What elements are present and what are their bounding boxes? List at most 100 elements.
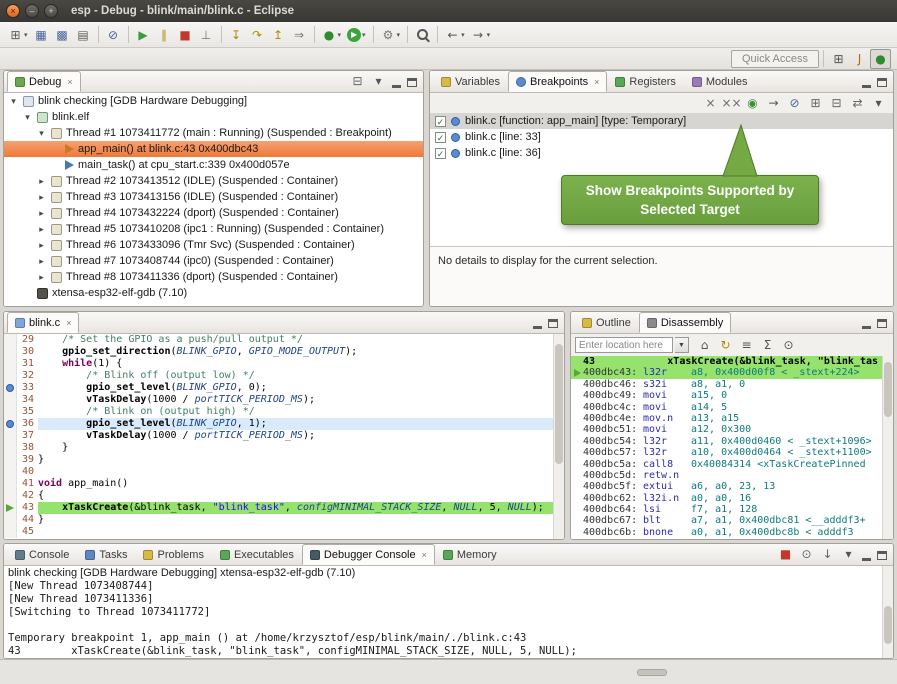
close-tab-icon[interactable]: × (67, 77, 72, 87)
maximize-view-button[interactable] (404, 72, 420, 92)
debug-tree-item[interactable]: xtensa-esp32-elf-gdb (7.10) (4, 285, 423, 301)
editor-marker-bar[interactable] (4, 466, 17, 478)
disassembly-row[interactable]: 400dbc57:l32ra10, 0x400d0464 < _stext+11… (571, 447, 882, 458)
debug-perspective-button[interactable]: ● (870, 49, 891, 69)
editor-line[interactable]: 34 vTaskDelay(1000 / portTICK_PERIOD_MS)… (4, 394, 553, 406)
skip-all-breakpoints-button[interactable]: ⊘ (784, 93, 805, 113)
refresh-button[interactable]: ↻ (715, 335, 736, 355)
maximize-view-button[interactable] (545, 313, 561, 333)
run-button[interactable]: ▶▾ (344, 25, 369, 45)
editor-line[interactable]: 44} (4, 514, 553, 526)
expand-icon[interactable]: ▸ (36, 189, 47, 205)
minimize-view-button[interactable] (859, 313, 874, 333)
quick-access-button[interactable]: Quick Access (731, 50, 819, 68)
view-tab-breakpoints[interactable]: Breakpoints× (508, 71, 607, 92)
maximize-window-button[interactable]: + (44, 4, 58, 18)
editor-line[interactable]: 45 (4, 526, 553, 538)
editor-marker-bar[interactable] (4, 358, 17, 370)
expand-icon[interactable]: ▸ (36, 173, 47, 189)
collapse-icon[interactable]: ▾ (36, 125, 47, 141)
maximize-view-button[interactable] (874, 72, 890, 92)
back-button[interactable]: ←▾ (442, 25, 468, 45)
editor-marker-bar[interactable] (4, 418, 17, 430)
view-tab-outline[interactable]: Outline (574, 312, 639, 333)
dropdown-arrow-icon[interactable]: ▾ (487, 31, 491, 39)
editor-vertical-scrollbar[interactable] (553, 334, 564, 539)
disassembly-row[interactable]: 400dbc64:lsif7, a1, 128 (571, 504, 882, 515)
editor-marker-bar[interactable] (4, 370, 17, 382)
editor-line[interactable]: 40 (4, 466, 553, 478)
scroll-grip[interactable] (637, 669, 667, 676)
debug-tree-item[interactable]: ▸Thread #8 1073411336 (dport) (Suspended… (4, 269, 423, 285)
debug-tree-item[interactable]: ▸Thread #4 1073432224 (dport) (Suspended… (4, 205, 423, 221)
editor-line[interactable]: 37 vTaskDelay(1000 / portTICK_PERIOD_MS)… (4, 430, 553, 442)
disassembly-row[interactable]: 400dbc5f:extuia6, a0, 23, 13 (571, 481, 882, 492)
terminate-button[interactable]: ■ (175, 25, 196, 45)
disassembly-row[interactable]: 400dbc4e:mov.na13, a15 (571, 413, 882, 424)
scroll-lock-button[interactable]: ↓ (817, 544, 838, 564)
editor-line[interactable]: 42{ (4, 490, 553, 502)
expand-icon[interactable]: ▸ (36, 221, 47, 237)
link-with-debug-view-button[interactable]: ⇄ (847, 93, 868, 113)
view-menu-button[interactable]: ▾ (838, 544, 859, 564)
maximize-view-button[interactable] (874, 313, 890, 333)
show-symbols-button[interactable]: Σ (757, 335, 778, 355)
editor-marker-bar[interactable] (4, 526, 17, 538)
editor-line[interactable]: 32 /* Blink off (output low) */ (4, 370, 553, 382)
show-breakpoints-supported-button[interactable]: ◉ (742, 93, 763, 113)
debug-tree-item[interactable]: ▾blink checking [GDB Hardware Debugging] (4, 93, 423, 109)
disassembly-row[interactable]: 400dbc5a:call80x40084314 <xTaskCreatePin… (571, 459, 882, 470)
debug-tree-item[interactable]: ▸Thread #7 1073408744 (ipc0) (Suspended … (4, 253, 423, 269)
suspend-button[interactable]: ∥ (154, 25, 175, 45)
editor-tab-blink-c[interactable]: blink.c× (7, 312, 79, 333)
debug-tree-item[interactable]: app_main() at blink.c:43 0x400dbc43 (4, 141, 423, 157)
disassembly-row[interactable]: 400dbc49:movia15, 0 (571, 390, 882, 401)
debug-tree-item[interactable]: ▾Thread #1 1073411772 (main : Running) (… (4, 125, 423, 141)
maximize-view-button[interactable] (874, 545, 890, 565)
goto-program-counter-button[interactable]: ⌂ (694, 335, 715, 355)
disassembly-row[interactable]: 400dbc51:movia12, 0x300 (571, 424, 882, 435)
close-tab-icon[interactable]: × (66, 318, 71, 328)
editor-marker-bar[interactable] (4, 430, 17, 442)
dropdown-arrow-icon[interactable]: ▾ (338, 31, 342, 39)
save-all-button[interactable]: ▩ (52, 25, 73, 45)
view-tab-problems[interactable]: Problems (135, 544, 211, 565)
disconnect-button[interactable]: ⊥ (196, 25, 217, 45)
debug-tree-item[interactable]: main_task() at cpu_start.c:339 0x400d057… (4, 157, 423, 173)
minimize-view-button[interactable] (859, 545, 874, 565)
new-wizard-button[interactable]: ⊞▾ (5, 25, 31, 45)
close-window-button[interactable]: × (6, 4, 20, 18)
debug-tree-item[interactable]: ▸Thread #6 1073433096 (Tmr Svc) (Suspend… (4, 237, 423, 253)
collapse-icon[interactable]: ▾ (8, 93, 19, 109)
expand-icon[interactable]: ▸ (36, 237, 47, 253)
editor-line[interactable]: 30 gpio_set_direction(BLINK_GPIO, GPIO_M… (4, 346, 553, 358)
editor-marker-bar[interactable] (4, 382, 17, 394)
disassembly-row[interactable]: 400dbc67:blta7, a1, 0x400dbc81 <__adddf3… (571, 515, 882, 526)
debug-tree-item[interactable]: ▾blink.elf (4, 109, 423, 125)
editor-line[interactable]: 43 xTaskCreate(&blink_task, "blink_task"… (4, 502, 553, 514)
open-perspective-button[interactable]: ⊞ (828, 49, 849, 69)
editor-marker-bar[interactable] (4, 442, 17, 454)
editor-marker-bar[interactable] (4, 478, 17, 490)
dropdown-arrow-icon[interactable]: ▾ (397, 31, 401, 39)
disassembly-row[interactable]: 400dbc43:l32ra8, 0x400d00f8 < _stext+224… (571, 367, 882, 378)
editor-line[interactable]: 38 } (4, 442, 553, 454)
location-dropdown-icon[interactable]: ▼ (675, 337, 689, 353)
dropdown-arrow-icon[interactable]: ▾ (461, 31, 465, 39)
expand-icon[interactable]: ▸ (36, 205, 47, 221)
editor-line[interactable]: 41void app_main() (4, 478, 553, 490)
disassembly-row[interactable]: 400dbc54:l32ra11, 0x400d0460 < _stext+10… (571, 436, 882, 447)
go-to-file-for-breakpoint-button[interactable]: → (763, 93, 784, 113)
view-tab-tasks[interactable]: Tasks (77, 544, 135, 565)
editor-marker-bar[interactable] (4, 454, 17, 466)
scrollbar-thumb[interactable] (884, 606, 892, 644)
disassembly-row[interactable]: 400dbc6b:bnonea0, a1, 0x400dbc8b < adddf… (571, 527, 882, 538)
debug-tree-item[interactable]: ▸Thread #5 1073410208 (ipc1 : Running) (… (4, 221, 423, 237)
external-tools-button[interactable]: ⚙▾ (378, 25, 404, 45)
editor-line[interactable]: 35 /* Blink on (output high) */ (4, 406, 553, 418)
collapse-icon[interactable]: ▾ (22, 109, 33, 125)
view-menu-button[interactable]: ▾ (868, 93, 889, 113)
view-tab-variables[interactable]: Variables (433, 71, 508, 92)
java-perspective-button[interactable]: J (849, 49, 870, 69)
remove-breakpoint-button[interactable]: × (700, 93, 721, 113)
